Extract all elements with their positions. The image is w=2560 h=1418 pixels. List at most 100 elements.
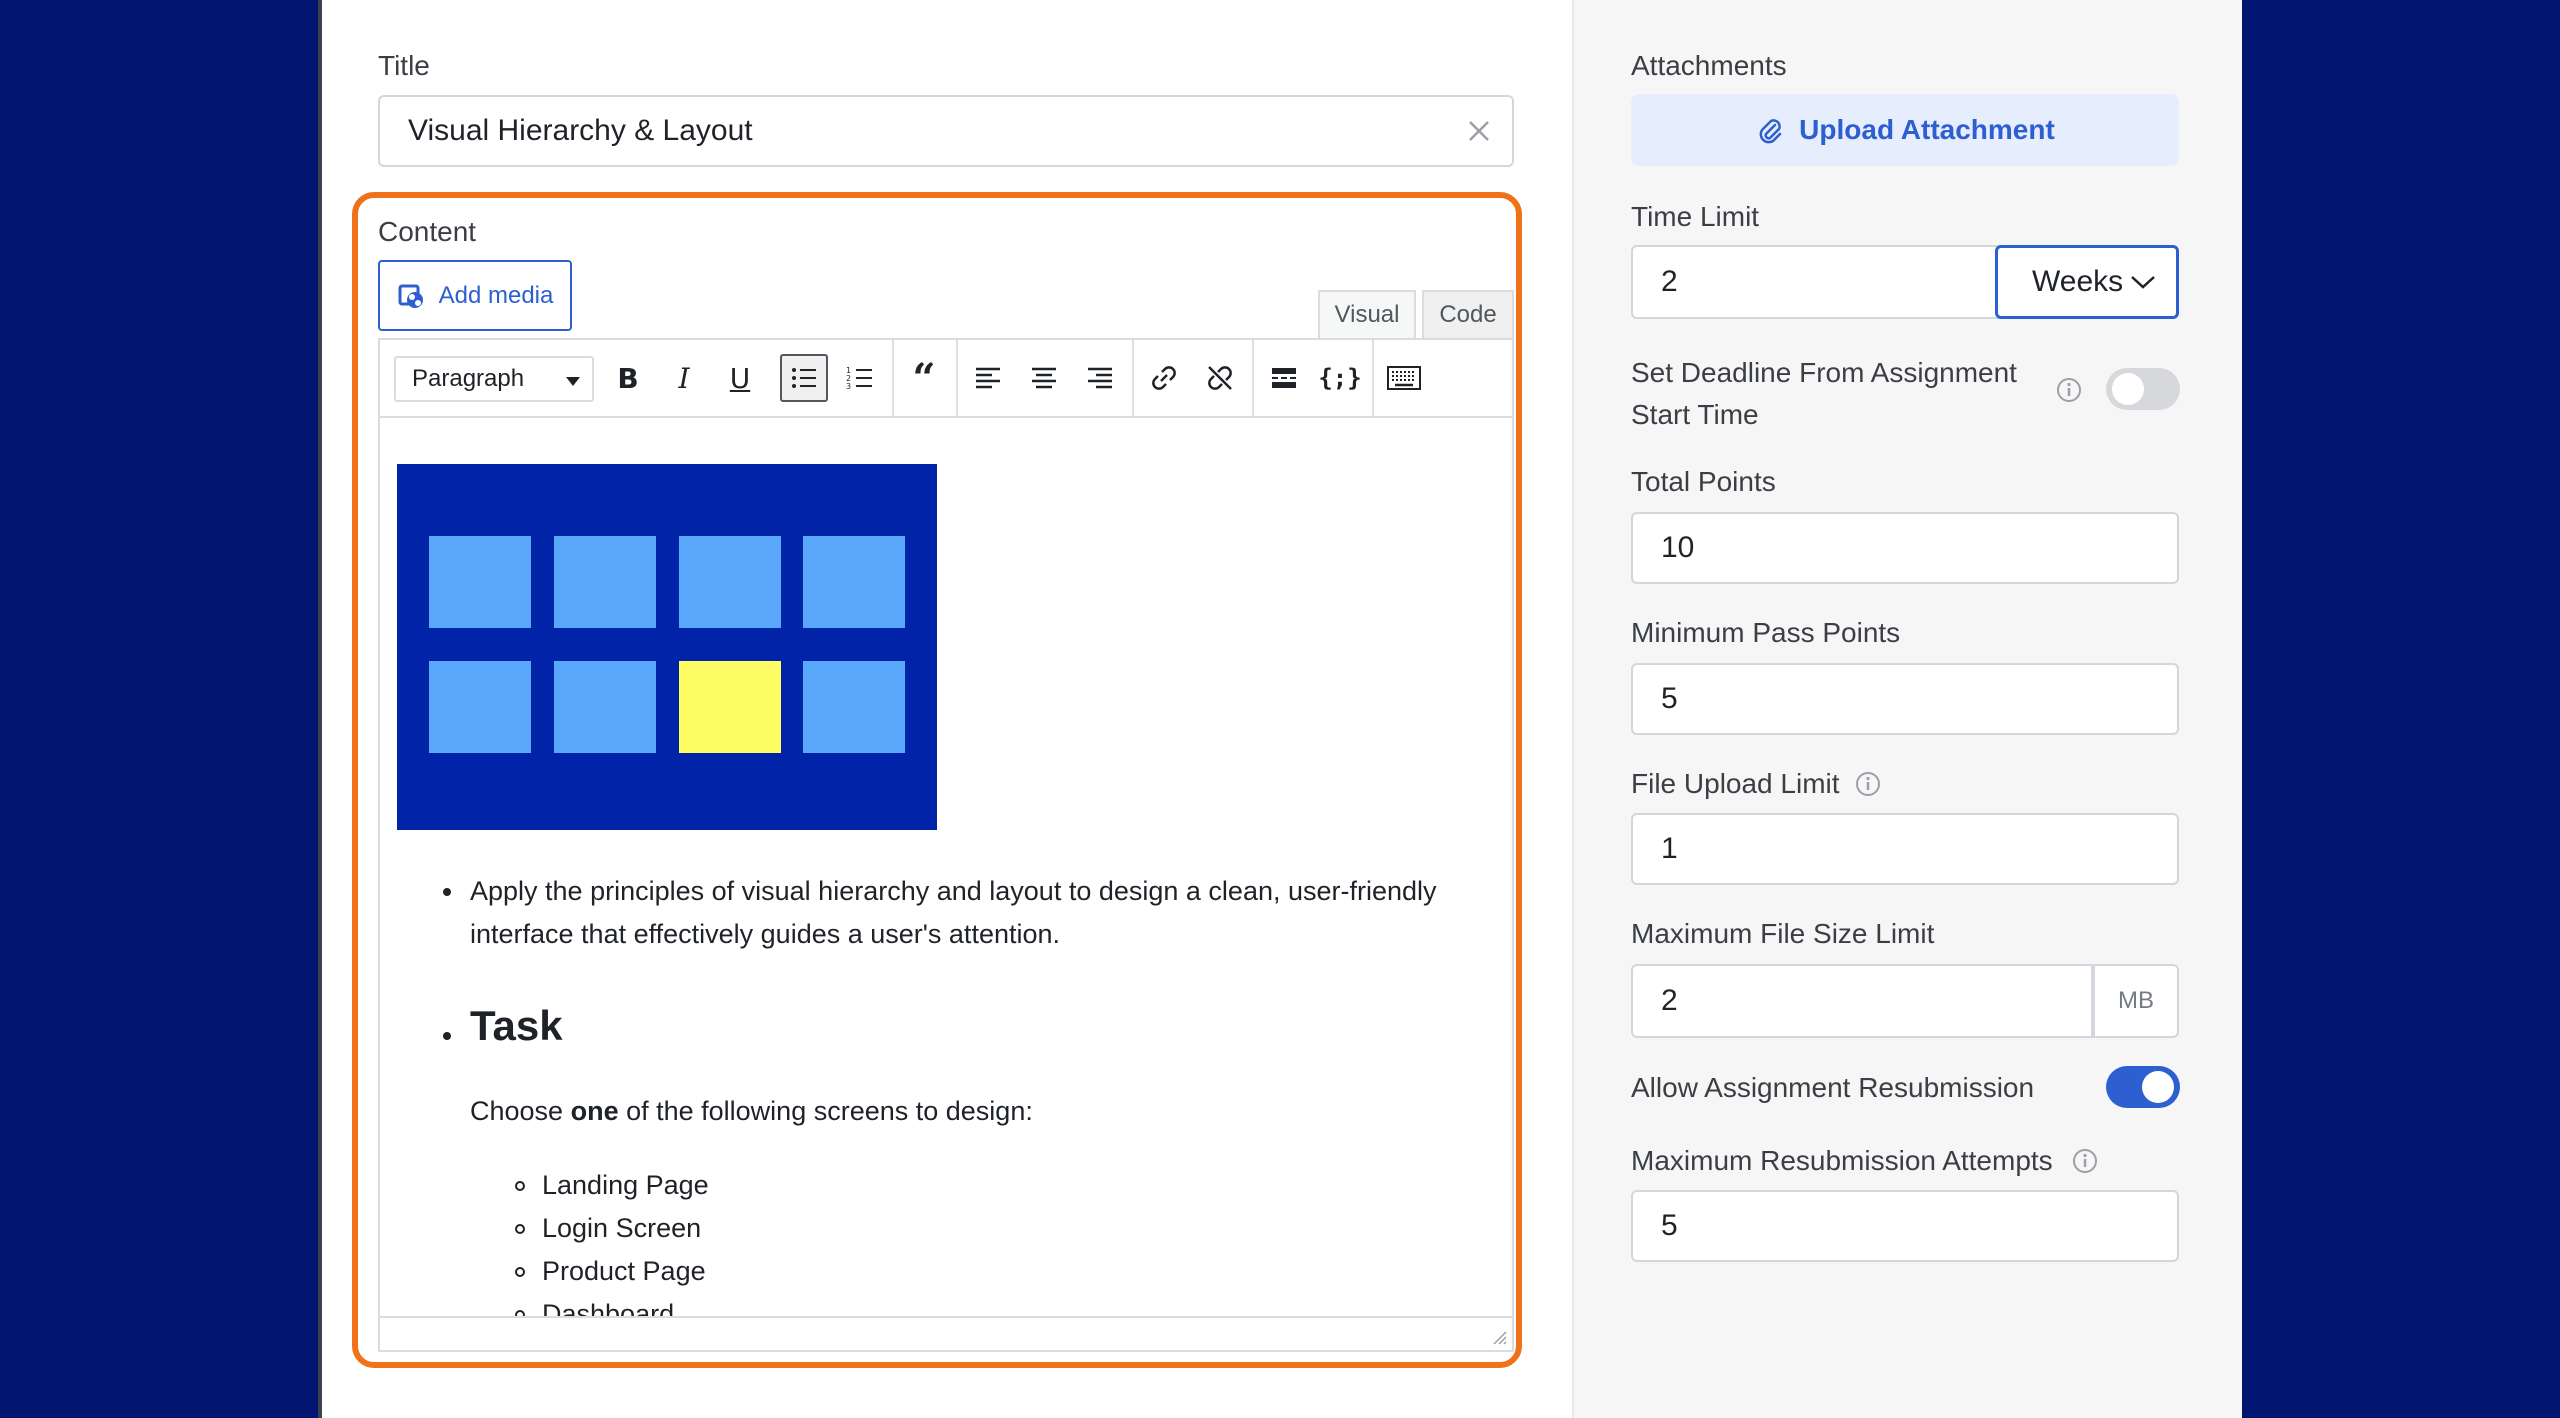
layout-tile (803, 661, 905, 753)
total-points-label: Total Points (1631, 466, 1776, 497)
toolbar-divider (1252, 340, 1254, 418)
deadline-toggle[interactable] (2106, 368, 2180, 410)
max-file-size-unit: MB (2093, 964, 2179, 1038)
editor-content-area[interactable]: Apply the principles of visual hierarchy… (380, 418, 1512, 1320)
time-limit-value: 2 (1661, 265, 1678, 298)
bullet-text-line-2: interface that effectively guides a user… (470, 919, 1061, 949)
editor-status-bar (380, 1316, 1512, 1350)
file-upload-limit-label: File Upload Limit (1631, 768, 1840, 799)
italic-button[interactable]: I (660, 354, 708, 402)
media-icon (398, 284, 423, 308)
resize-handle-icon[interactable] (1490, 1328, 1508, 1346)
max-resubmission-value: 5 (1661, 1209, 1678, 1242)
title-input[interactable]: Visual Hierarchy & Layout (378, 95, 1514, 167)
min-pass-points-input[interactable]: 5 (1631, 663, 2179, 735)
keyboard-icon (1387, 366, 1421, 390)
bullet-marker (443, 888, 451, 896)
layout-tile-highlighted (679, 661, 781, 753)
sub-bullet-marker (515, 1224, 525, 1234)
toolbar-divider (1132, 340, 1134, 418)
title-label: Title (378, 50, 430, 81)
upload-attachment-label: Upload Attachment (1799, 114, 2055, 145)
total-points-value: 10 (1661, 531, 1695, 564)
chevron-down-icon (566, 377, 580, 386)
toolbar-divider (1372, 340, 1374, 418)
code-snippet-button[interactable]: {;} (1316, 354, 1364, 402)
numbered-list-icon: 123 (846, 366, 872, 391)
read-more-icon (1272, 368, 1296, 388)
bullet-list-icon (792, 368, 816, 388)
deadline-label-line-1: Set Deadline From Assignment (1631, 357, 2017, 388)
min-pass-points-value: 5 (1661, 682, 1678, 715)
time-limit-unit-value: Weeks (2032, 265, 2124, 298)
tab-code[interactable]: Code (1422, 290, 1514, 338)
layout-tile (554, 536, 656, 628)
clear-icon[interactable] (1464, 116, 1494, 146)
align-center-icon (1032, 367, 1056, 389)
upload-attachment-button[interactable]: Upload Attachment (1631, 94, 2179, 166)
screen-option: Landing Page (542, 1170, 709, 1200)
chevron-down-icon (2131, 276, 2155, 289)
file-upload-limit-input[interactable]: 1 (1631, 813, 2179, 885)
numbered-list-button[interactable]: 123 (836, 354, 884, 402)
content-label: Content (378, 216, 477, 247)
add-media-button[interactable]: Add media (378, 260, 572, 331)
paperclip-icon (1759, 119, 1782, 144)
blockquote-button[interactable]: “ (900, 354, 948, 402)
time-limit-input[interactable]: 2 (1631, 245, 1999, 319)
layout-tile (554, 661, 656, 753)
content-editor[interactable]: Paragraph B I U 123 “ {;} Apply the prin… (378, 338, 1514, 1352)
bullet-list-button[interactable] (780, 354, 828, 402)
editor-toolbar: Paragraph B I U 123 “ {;} (380, 340, 1512, 418)
read-more-button[interactable] (1260, 354, 1308, 402)
underline-button[interactable]: U (716, 354, 764, 402)
layout-tile (679, 536, 781, 628)
info-icon[interactable] (2056, 377, 2082, 403)
bold-button[interactable]: B (604, 354, 652, 402)
link-icon (1152, 366, 1176, 390)
time-limit-unit-select[interactable]: Weeks (1995, 245, 2179, 319)
info-icon[interactable] (2072, 1148, 2098, 1174)
title-value: Visual Hierarchy & Layout (408, 114, 753, 147)
content-hero-image (397, 464, 937, 830)
align-left-button[interactable] (964, 354, 1012, 402)
tab-visual[interactable]: Visual (1318, 290, 1416, 338)
toggle-knob (2112, 373, 2144, 405)
remove-link-button[interactable] (1196, 354, 1244, 402)
attachments-label: Attachments (1631, 50, 1787, 81)
align-right-icon (1088, 367, 1112, 389)
toolbar-divider (956, 340, 958, 418)
bullet-text-line-1: Apply the principles of visual hierarchy… (470, 876, 1437, 906)
deadline-label-line-2: Start Time (1631, 399, 1759, 430)
choose-bold: one (570, 1096, 619, 1126)
resubmission-label: Allow Assignment Resubmission (1631, 1072, 2035, 1103)
format-select-value: Paragraph (412, 365, 525, 392)
max-file-size-input[interactable]: 2 (1631, 964, 2093, 1038)
toolbar-toggle-button[interactable] (1380, 354, 1428, 402)
bullet-marker (443, 1032, 451, 1040)
insert-link-button[interactable] (1140, 354, 1188, 402)
sub-bullet-marker (515, 1181, 525, 1191)
screen-option: Login Screen (542, 1213, 702, 1243)
align-right-button[interactable] (1076, 354, 1124, 402)
format-select[interactable]: Paragraph (394, 356, 594, 402)
min-pass-points-label: Minimum Pass Points (1631, 617, 1901, 648)
align-left-icon (976, 367, 1000, 389)
toggle-knob (2142, 1071, 2174, 1103)
layout-tile (429, 536, 531, 628)
add-media-label: Add media (438, 281, 554, 309)
resubmission-toggle[interactable] (2106, 1066, 2180, 1108)
max-resubmission-label: Maximum Resubmission Attempts (1631, 1145, 2053, 1176)
time-limit-label: Time Limit (1631, 201, 1760, 232)
max-resubmission-input[interactable]: 5 (1631, 1190, 2179, 1262)
file-upload-limit-value: 1 (1661, 832, 1678, 865)
total-points-input[interactable]: 10 (1631, 512, 2179, 584)
align-center-button[interactable] (1020, 354, 1068, 402)
svg-text:3: 3 (846, 382, 851, 391)
choose-suffix: of the following screens to design: (618, 1096, 1033, 1126)
max-file-size-label: Maximum File Size Limit (1631, 918, 1935, 949)
sub-bullet-marker (515, 1267, 525, 1277)
max-file-size-value: 2 (1661, 984, 1678, 1017)
info-icon[interactable] (1855, 771, 1881, 797)
layout-tile (803, 536, 905, 628)
